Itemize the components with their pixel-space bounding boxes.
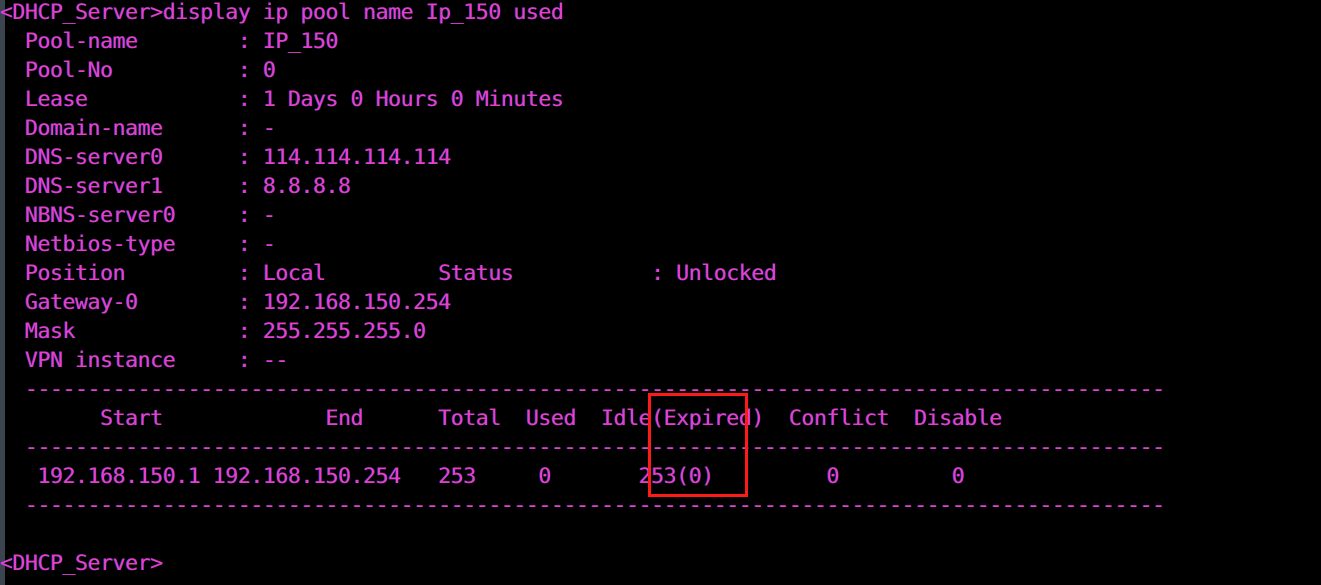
field-vpn-instance: VPN instance : -- (0, 348, 289, 373)
table-header-row: Start End Total Used Idle(Expired) Confl… (0, 406, 1002, 431)
field-domain-name: Domain-name : - (0, 116, 276, 141)
trailing-prompt: <DHCP_Server> (0, 551, 163, 576)
field-dns-server0: DNS-server0 : 114.114.114.114 (0, 145, 451, 170)
table-separator-mid: ----------------------------------------… (0, 435, 1165, 460)
terminal-output: Pool-name : IP_150 Pool-No : 0 Lease : 1… (0, 27, 1321, 578)
field-position-status: Position : Local Status : Unlocked (0, 261, 777, 286)
terminal-console[interactable]: <DHCP_Server>display ip pool name Ip_150… (0, 0, 1321, 585)
field-pool-name: Pool-name : IP_150 (0, 29, 339, 54)
field-gateway-0: Gateway-0 : 192.168.150.254 (0, 290, 451, 315)
terminal-screen: <DHCP_Server>display ip pool name Ip_150… (0, 0, 1321, 585)
field-lease: Lease : 1 Days 0 Hours 0 Minutes (0, 87, 564, 112)
field-pool-no: Pool-No : 0 (0, 58, 276, 83)
command-line: <DHCP_Server>display ip pool name Ip_150… (0, 0, 564, 25)
field-netbios-type: Netbios-type : - (0, 232, 276, 257)
field-dns-server1: DNS-server1 : 8.8.8.8 (0, 174, 351, 199)
table-separator-bottom: ----------------------------------------… (0, 493, 1165, 518)
field-nbns-server0: NBNS-server0 : - (0, 203, 276, 228)
table-separator-top: ----------------------------------------… (0, 377, 1165, 402)
table-row: 192.168.150.1 192.168.150.254 253 0 253(… (0, 464, 965, 489)
field-mask: Mask : 255.255.255.0 (0, 319, 426, 344)
